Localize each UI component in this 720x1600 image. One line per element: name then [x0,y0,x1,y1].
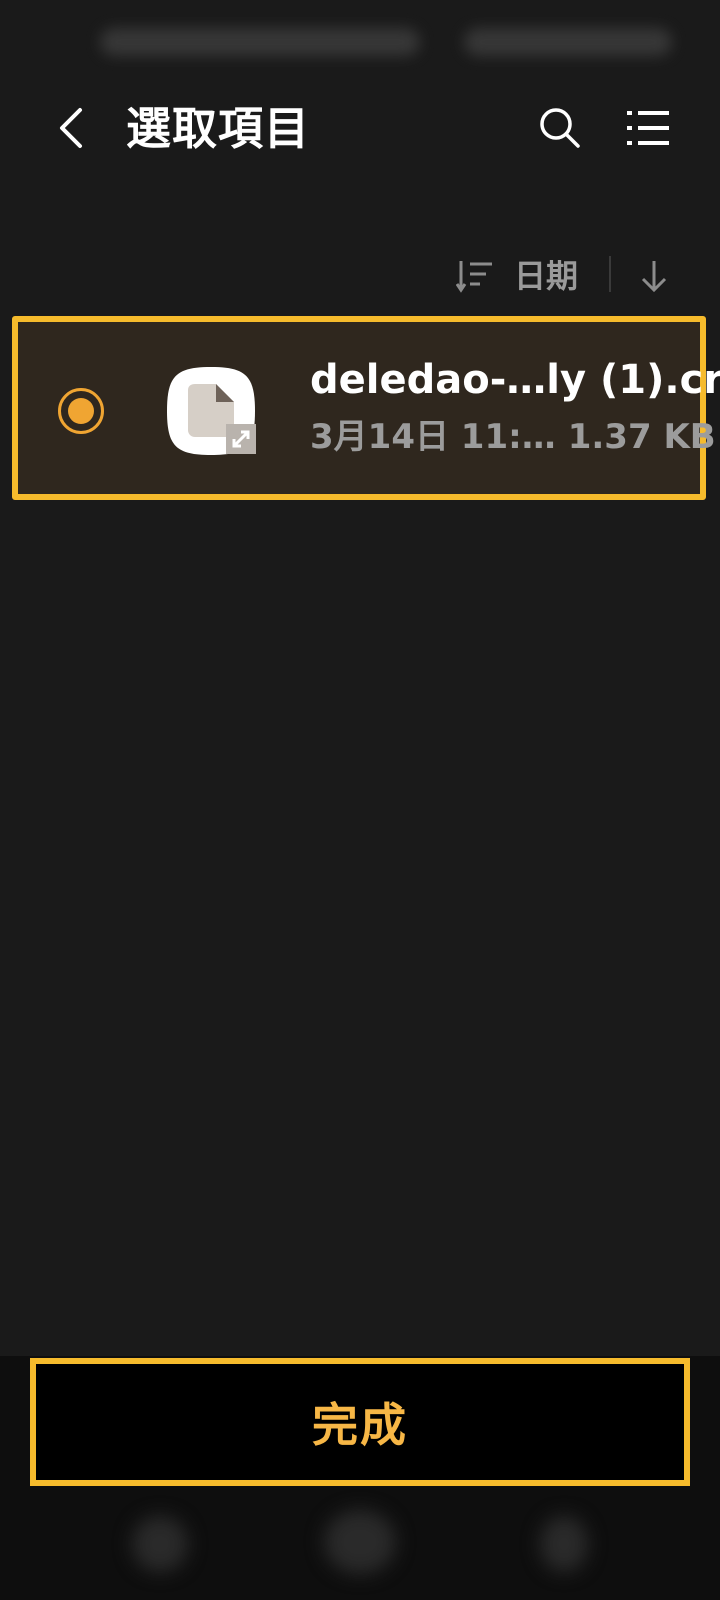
done-button[interactable]: 完成 [30,1358,690,1486]
list-view-icon [627,111,669,145]
arrow-down-icon [641,261,667,293]
app-header: 選取項目 [0,80,720,190]
file-icon [167,367,256,455]
sort-label[interactable]: 日期 [514,252,578,300]
file-meta: 3月14日 11:… 1.37 KB [310,412,716,462]
search-icon [540,108,580,148]
nav-home-button[interactable] [324,1510,396,1574]
page-title: 選取項目 [126,102,311,155]
file-list-item[interactable]: deledao-…ly (1).crt 3月14日 11:… 1.37 KB [12,316,720,500]
nav-recents-button[interactable] [132,1516,188,1572]
done-button-label: 完成 [312,1398,408,1452]
nav-back-button[interactable] [540,1516,588,1572]
status-bar [0,0,720,80]
sort-direction-button[interactable] [632,254,676,298]
sort-bar: 日期 [0,248,720,304]
sort-icon[interactable] [456,258,496,294]
radio-dot [68,398,94,424]
search-button[interactable] [532,100,588,156]
file-size: 1.37 KB [567,417,716,457]
file-date: 3月14日 11:… [310,417,556,457]
file-name: deledao-…ly (1).crt [310,357,720,403]
sort-divider [609,256,611,292]
list-view-button[interactable] [620,100,676,156]
radio-button-selected[interactable] [58,388,104,434]
back-button[interactable] [44,100,100,156]
chevron-left-icon [60,108,82,148]
